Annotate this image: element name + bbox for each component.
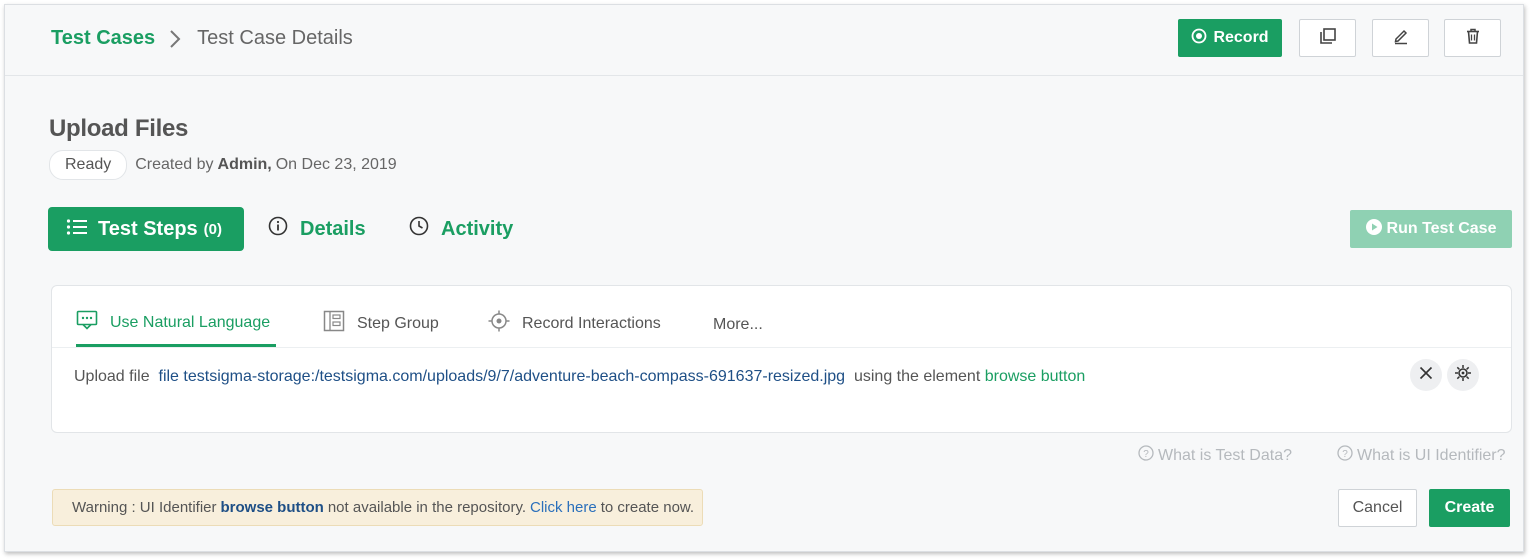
warning-suffix: to create now. [600,499,695,516]
step-element[interactable]: browse button [985,368,1086,385]
warning-banner: Warning : UI Identifier browse button no… [52,489,703,526]
tab-details-label: Details [300,217,366,240]
created-date: On Dec 23, 2019 [275,156,397,173]
step-action-text: Upload file [74,368,150,385]
step-editor-panel: Use Natural Language Step Group Record I… [51,285,1512,433]
warning-element-name: browse button [220,499,324,516]
chat-icon [76,310,98,335]
author-name: Admin, [217,156,272,173]
tab-test-steps-label: Test Steps [98,217,198,240]
help-test-data-link[interactable]: ? What is Test Data? [1138,445,1292,466]
record-icon [1191,28,1207,49]
test-case-details-window: Test Cases Test Case Details Record Uplo… [4,4,1524,552]
tab-step-group-label: Step Group [357,314,439,332]
tab-details[interactable]: Details [268,216,366,242]
question-circle-icon: ? [1138,445,1154,466]
question-circle-icon: ? [1337,445,1353,466]
run-test-case-label: Run Test Case [1386,220,1497,237]
warning-message: not available in the repository. [327,499,526,516]
tab-activity-label: Activity [441,217,514,240]
tab-use-natural-language-label: Use Natural Language [110,313,271,331]
svg-text:?: ? [1143,449,1149,460]
test-steps-count: (0) [203,220,223,238]
breadcrumb-current: Test Case Details [197,27,353,49]
record-button[interactable]: Record [1178,19,1282,57]
tab-test-steps[interactable]: Test Steps (0) [48,207,244,251]
active-tab-indicator [76,344,276,347]
create-element-link[interactable]: Click here [530,499,597,516]
step-editor-tabs: Use Natural Language Step Group Record I… [52,286,1511,348]
tab-step-group[interactable]: Step Group [323,310,439,337]
step-group-icon [323,310,345,337]
test-case-meta: Ready Created by Admin, On Dec 23, 2019 [49,150,397,180]
tab-record-interactions[interactable]: Record Interactions [488,310,661,337]
list-icon [66,218,88,241]
help-ui-identifier-label: What is UI Identifier? [1357,446,1506,464]
info-icon [268,216,288,242]
page-header: Test Cases Test Case Details Record [5,5,1523,76]
bug-icon [1454,364,1472,387]
chevron-right-icon [169,29,181,49]
trash-icon [1464,27,1482,50]
breadcrumb-test-cases-link[interactable]: Test Cases [51,27,155,50]
cancel-button[interactable]: Cancel [1338,489,1417,527]
copy-button[interactable] [1299,19,1356,57]
status-badge: Ready [49,150,128,180]
clock-icon [409,216,429,242]
tab-use-natural-language[interactable]: Use Natural Language [76,310,270,335]
help-ui-identifier-link[interactable]: ? What is UI Identifier? [1337,445,1506,466]
test-case-title: Upload Files [49,115,189,142]
edit-button[interactable] [1372,19,1429,57]
run-test-case-button[interactable]: Run Test Case [1350,210,1512,248]
created-by-label: Created by [135,156,214,173]
step-input[interactable]: Upload file file testsigma-storage:/test… [74,368,1085,386]
edit-icon [1392,27,1410,50]
warning-prefix: Warning : UI Identifier [72,499,217,516]
create-button[interactable]: Create [1429,489,1510,527]
delete-button[interactable] [1444,19,1501,57]
svg-text:?: ? [1342,449,1348,460]
target-icon [488,310,510,337]
record-button-label: Record [1213,29,1269,46]
breadcrumb: Test Cases Test Case Details [51,27,353,50]
clear-step-button[interactable] [1410,359,1442,391]
tab-record-interactions-label: Record Interactions [522,314,661,332]
step-connector-text: using the element [853,368,981,385]
close-icon [1419,366,1433,385]
tab-more-label: More... [713,316,763,333]
tab-more[interactable]: More... [713,316,763,334]
step-test-data[interactable]: file testsigma-storage:/testsigma.com/up… [159,368,846,385]
help-test-data-label: What is Test Data? [1158,446,1292,464]
play-icon [1365,218,1382,240]
debug-step-button[interactable] [1447,359,1479,391]
tab-activity[interactable]: Activity [409,216,513,242]
copy-icon [1319,27,1337,50]
